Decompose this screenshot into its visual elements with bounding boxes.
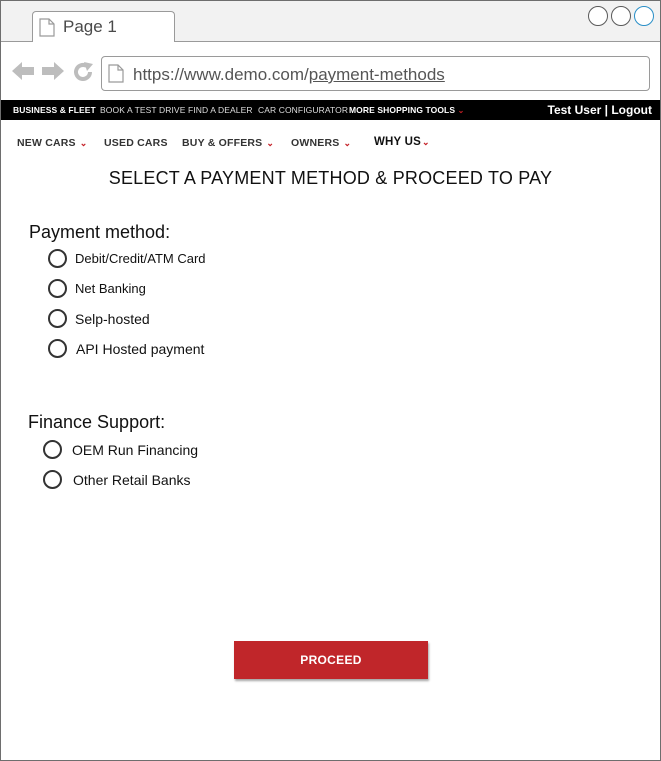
radio-label: Selp-hosted [75, 310, 150, 327]
topbar-link-more-shopping-tools[interactable]: MORE SHOPPING TOOLS ⌄ [349, 105, 464, 115]
url-text: https://www.demo.com/payment-methods [133, 65, 445, 85]
radio-label: Debit/Credit/ATM Card [75, 251, 206, 266]
nav-item-label: NEW CARS [17, 137, 76, 149]
radio-option-other-retail-banks[interactable]: Other Retail Banks [43, 470, 191, 489]
radio-label: Net Banking [75, 281, 146, 296]
browser-window: Page 1 https://www.demo.com/payment-meth… [0, 0, 661, 761]
radio-option-net-banking[interactable]: Net Banking [48, 279, 146, 298]
forward-arrow-icon[interactable] [41, 61, 65, 86]
topbar-link-book-test-drive[interactable]: BOOK A TEST DRIVE [100, 105, 185, 115]
nav-item-why-us[interactable]: WHY US⌄ [374, 136, 430, 148]
finance-support-label: Finance Support: [28, 412, 166, 432]
site-topbar: BUSINESS & FLEET BOOK A TEST DRIVE FIND … [1, 100, 660, 120]
page-title: SELECT A PAYMENT METHOD & PROCEED TO PAY [108, 168, 553, 188]
minimize-button[interactable] [588, 6, 608, 26]
payment-method-label: Payment method: [29, 222, 171, 242]
page-icon [108, 64, 124, 88]
topbar-link-find-dealer[interactable]: FIND A DEALER [188, 105, 253, 115]
nav-item-label: USED CARS [104, 137, 168, 149]
proceed-button[interactable]: PROCEED [234, 641, 428, 679]
chevron-down-icon: ⌄ [343, 138, 352, 148]
nav-item-label: OWNERS [291, 137, 340, 149]
nav-item-label: BUY & OFFERS [182, 137, 263, 149]
radio-button[interactable] [48, 309, 67, 328]
back-arrow-icon[interactable] [11, 61, 35, 86]
window-controls [588, 6, 654, 26]
more-shopping-tools-label: MORE SHOPPING TOOLS [349, 105, 456, 115]
chevron-down-icon: ⌄ [457, 106, 465, 115]
maximize-button[interactable] [611, 6, 631, 26]
nav-item-used-cars[interactable]: USED CARS [104, 137, 168, 149]
browser-titlebar: Page 1 [1, 1, 660, 42]
radio-button[interactable] [48, 339, 67, 358]
page-icon [39, 18, 55, 42]
radio-button[interactable] [43, 440, 62, 459]
nav-item-buy-offers[interactable]: BUY & OFFERS ⌄ [182, 137, 274, 149]
main-nav: NEW CARS ⌄ USED CARS BUY & OFFERS ⌄ OWNERS… [1, 120, 660, 164]
radio-option-api-hosted-payment[interactable]: API Hosted payment [48, 339, 204, 358]
tab-title: Page 1 [63, 17, 117, 36]
nav-item-new-cars[interactable]: NEW CARS ⌄ [17, 137, 88, 149]
radio-label: Other Retail Banks [73, 471, 191, 488]
chevron-down-icon: ⌄ [79, 138, 88, 148]
user-logout-link[interactable]: Test User | Logout [548, 103, 652, 117]
nav-item-owners[interactable]: OWNERS ⌄ [291, 137, 351, 149]
topbar-link-car-configurator[interactable]: CAR CONFIGURATOR [258, 105, 348, 115]
radio-option-self-hosted[interactable]: Selp-hosted [48, 309, 150, 328]
chevron-down-icon: ⌄ [266, 138, 275, 148]
chevron-down-icon: ⌄ [422, 137, 430, 147]
radio-label: API Hosted payment [76, 340, 205, 357]
nav-item-label: WHY US [374, 136, 421, 148]
radio-option-oem-run-financing[interactable]: OEM Run Financing [43, 440, 198, 459]
radio-button[interactable] [43, 470, 62, 489]
address-bar-row: https://www.demo.com/payment-methods [1, 42, 660, 100]
radio-label: OEM Run Financing [72, 441, 199, 458]
url-input[interactable]: https://www.demo.com/payment-methods [101, 56, 650, 91]
radio-button[interactable] [48, 279, 67, 298]
topbar-link-business-fleet[interactable]: BUSINESS & FLEET [13, 105, 96, 115]
browser-tab[interactable]: Page 1 [32, 11, 175, 42]
radio-button[interactable] [48, 249, 67, 268]
reload-icon[interactable] [72, 61, 94, 88]
url-path: payment-methods [308, 65, 445, 84]
url-base: https://www.demo.com/ [133, 65, 309, 84]
radio-option-debit-credit-card[interactable]: Debit/Credit/ATM Card [48, 249, 206, 268]
close-button[interactable] [634, 6, 654, 26]
